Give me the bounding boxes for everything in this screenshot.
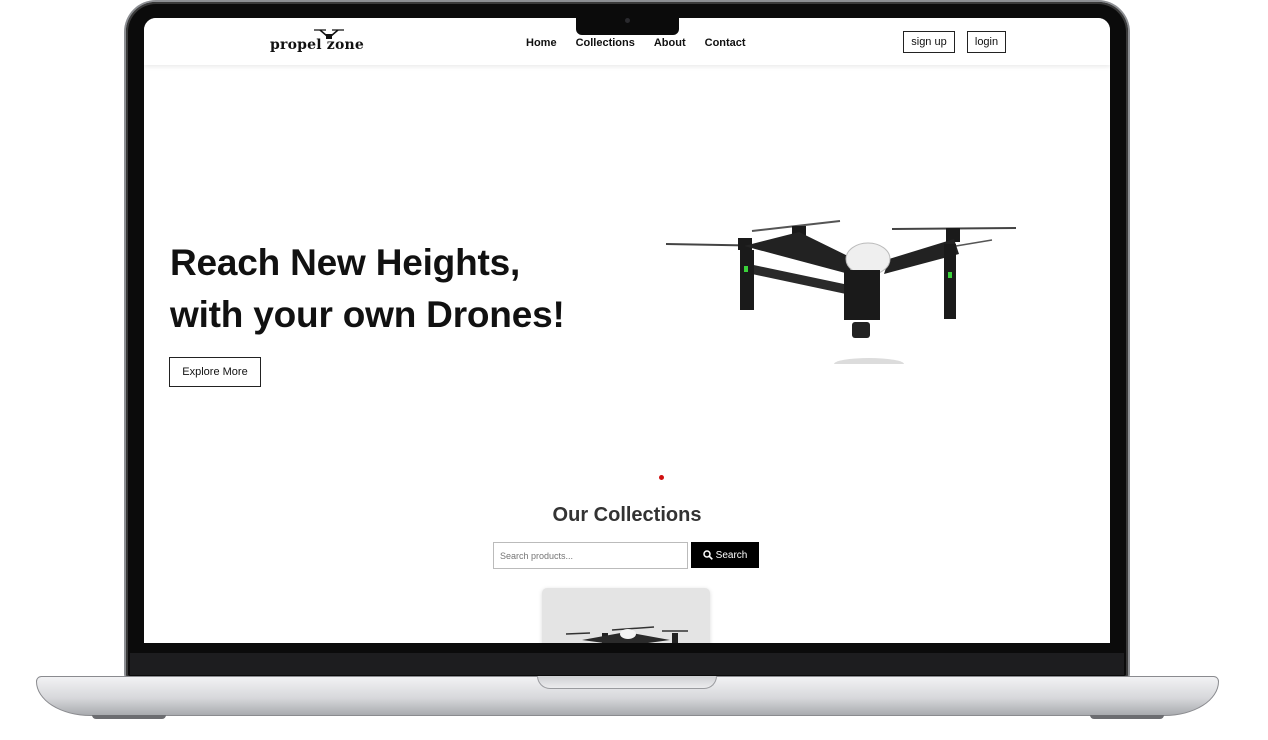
nav-about[interactable]: About (654, 37, 686, 49)
laptop-bezel-bottom (130, 643, 1124, 653)
search-button[interactable]: Search (691, 542, 759, 568)
laptop-thumb-cutout (537, 676, 717, 689)
hero-title: Reach New Heights, with your own Drones! (170, 237, 565, 341)
laptop-foot-right (1090, 715, 1164, 719)
search-button-label: Search (715, 549, 748, 561)
hero-title-line1: Reach New Heights, (170, 242, 521, 283)
search-input[interactable] (493, 542, 688, 569)
browser-viewport: propel zone Home Collections About Conta… (144, 18, 1110, 643)
laptop-hinge (130, 653, 1124, 675)
camera-notch (576, 16, 679, 35)
search-icon (702, 550, 713, 560)
explore-more-button[interactable]: Explore More (169, 357, 261, 387)
camera-icon (625, 18, 630, 23)
nav-home[interactable]: Home (526, 37, 557, 49)
nav-collections[interactable]: Collections (576, 37, 635, 49)
collections-title: Our Collections (552, 504, 702, 526)
login-button[interactable]: login (967, 31, 1006, 53)
logo-drone-icon (314, 29, 344, 39)
product-drone-icon (565, 626, 688, 643)
hero-title-line2: with your own Drones! (170, 294, 565, 335)
signup-button[interactable]: sign up (903, 31, 955, 53)
laptop-foot-left (92, 715, 166, 719)
nav-links: Home Collections About Contact (526, 37, 746, 49)
drone-icon (665, 220, 1017, 364)
product-card[interactable] (542, 588, 710, 643)
carousel-indicator[interactable] (659, 475, 664, 480)
nav-contact[interactable]: Contact (705, 37, 746, 49)
